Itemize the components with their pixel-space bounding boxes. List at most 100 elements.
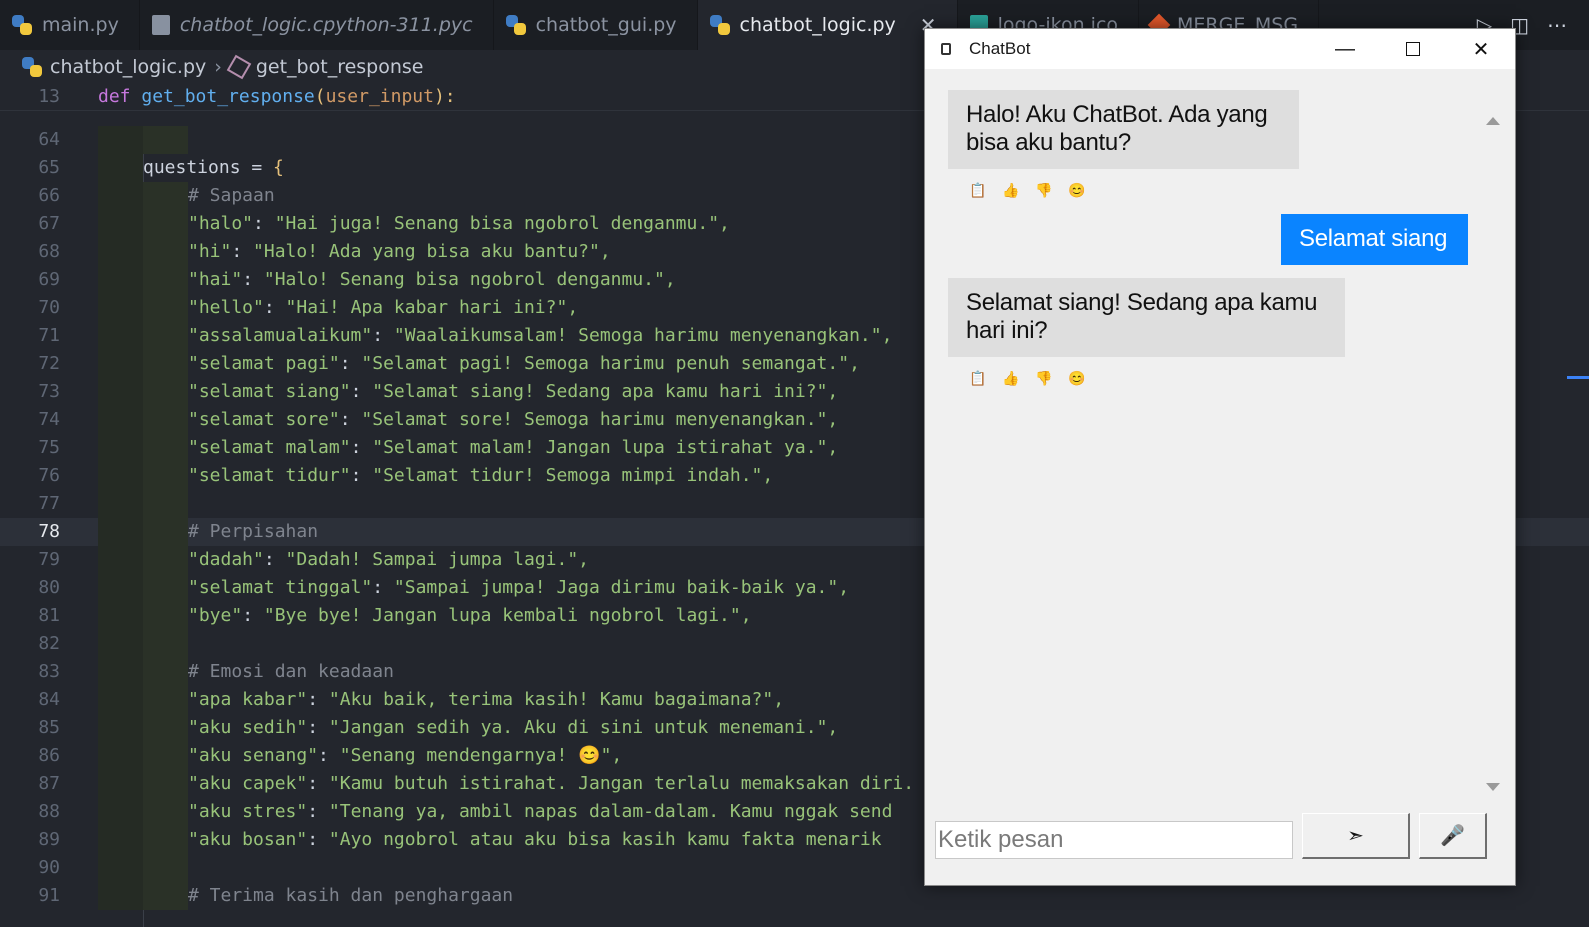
line-number: 81 (38, 605, 60, 626)
indent-highlight (98, 350, 143, 378)
chat-history[interactable]: Halo! Aku ChatBot. Ada yang bisa aku ban… (925, 69, 1515, 825)
indent-highlight (98, 854, 143, 882)
line-number: 13 (38, 86, 60, 107)
window-titlebar[interactable]: ChatBot — ✕ (925, 29, 1515, 69)
tab-label: chatbot_logic.py (739, 14, 896, 36)
line-number: 70 (38, 297, 60, 318)
code-text: "bye": "Bye bye! Jangan lupa kembali ngo… (188, 605, 752, 626)
code-line[interactable]: 91 # Terima kasih dan penghargaan (0, 882, 1589, 910)
close-window-button[interactable]: ✕ (1447, 29, 1515, 69)
indent-highlight (98, 322, 143, 350)
line-number: 86 (38, 745, 60, 766)
indent-highlight (98, 574, 143, 602)
indent-highlight (98, 826, 143, 854)
indent-highlight (98, 630, 143, 658)
line-number: 87 (38, 773, 60, 794)
line-number: 78 (38, 521, 60, 542)
voice-button[interactable]: 🎤 (1419, 813, 1487, 859)
tab-chatbot-logic-py[interactable]: chatbot_logic.py ✕ (697, 0, 958, 50)
tab-chatbot-logic-pyc[interactable]: chatbot_logic.cpython-311.pyc (140, 0, 494, 50)
line-number: 64 (38, 129, 60, 150)
line-number: 66 (38, 185, 60, 206)
line-number: 84 (38, 689, 60, 710)
line-number: 79 (38, 549, 60, 570)
send-icon: ➣ (1347, 825, 1364, 847)
tab-chatbot-gui-py[interactable]: chatbot_gui.py (494, 0, 698, 50)
code-text: questions = { (143, 157, 284, 178)
bot-message: Halo! Aku ChatBot. Ada yang bisa aku ban… (948, 90, 1299, 169)
breadcrumb-symbol[interactable]: get_bot_response (256, 56, 424, 78)
indent-highlight (143, 350, 188, 378)
code-text: "aku bosan": "Ayo ngobrol atau aku bisa … (188, 829, 882, 850)
line-number: 75 (38, 437, 60, 458)
indent-highlight (143, 266, 188, 294)
indent-highlight (98, 882, 143, 910)
code-text: # Emosi dan keadaan (188, 661, 394, 682)
copy-icon[interactable]: 📋 (968, 180, 988, 200)
code-text: "assalamualaikum": "Waalaikumsalam! Semo… (188, 325, 893, 346)
method-symbol-icon (226, 54, 252, 80)
indent-highlight (98, 154, 143, 182)
tab-main-py[interactable]: main.py (0, 0, 140, 50)
code-text: # Sapaan (188, 185, 275, 206)
code-text: "dadah": "Dadah! Sampai jumpa lagi.", (188, 549, 589, 570)
sticky-tail: ): (433, 86, 456, 107)
indent-highlight (98, 406, 143, 434)
minimize-button[interactable]: — (1311, 29, 1379, 69)
tab-label: chatbot_logic.cpython-311.pyc (179, 14, 473, 36)
indent-highlight (98, 798, 143, 826)
code-text: # Perpisahan (188, 521, 319, 542)
line-number: 65 (38, 157, 60, 178)
python-file-icon (22, 57, 42, 77)
maximize-button[interactable] (1379, 29, 1447, 69)
message-input[interactable] (935, 821, 1293, 859)
scroll-up-icon[interactable] (1486, 117, 1500, 125)
indent-highlight (143, 602, 188, 630)
maximize-icon (1406, 42, 1420, 56)
code-text: # Terima kasih dan penghargaan (188, 885, 514, 906)
message-input-row: ➣ 🎤 (925, 813, 1515, 885)
code-text: "selamat pagi": "Selamat pagi! Semoga ha… (188, 353, 860, 374)
emoji-icon[interactable]: 😊 (1067, 180, 1087, 200)
breadcrumb-file[interactable]: chatbot_logic.py (50, 56, 206, 78)
function-name: get_bot_response (141, 86, 315, 107)
indent-highlight (143, 546, 188, 574)
indent-highlight (98, 462, 143, 490)
scroll-down-icon[interactable] (1486, 783, 1500, 791)
thumbs-down-icon[interactable]: 👎 (1034, 368, 1054, 388)
code-text: "aku senang": "Senang mendengarnya! 😊", (188, 745, 623, 766)
send-button[interactable]: ➣ (1302, 813, 1410, 859)
message-reactions: 📋 👍 👎 😊 (968, 180, 1087, 200)
indent-highlight (143, 518, 188, 546)
indent-highlight (143, 714, 188, 742)
pyc-file-icon (151, 15, 170, 35)
thumbs-down-icon[interactable]: 👎 (1034, 180, 1054, 200)
message-reactions: 📋 👍 👎 😊 (968, 368, 1087, 388)
thumbs-up-icon[interactable]: 👍 (1001, 180, 1021, 200)
indent-highlight (143, 742, 188, 770)
indent-highlight (143, 406, 188, 434)
line-number: 74 (38, 409, 60, 430)
indent-highlight (143, 658, 188, 686)
emoji-icon[interactable]: 😊 (1067, 368, 1087, 388)
line-number: 89 (38, 829, 60, 850)
message-text: Halo! Aku ChatBot. Ada yang bisa aku ban… (966, 101, 1268, 156)
line-number: 68 (38, 241, 60, 262)
indent-highlight (98, 714, 143, 742)
indent-highlight (98, 210, 143, 238)
bot-message: Selamat siang! Sedang apa kamu hari ini? (948, 278, 1345, 357)
code-text: "halo": "Hai juga! Senang bisa ngobrol d… (188, 213, 730, 234)
scrollbar-marker (1567, 376, 1589, 379)
indent-highlight (98, 238, 143, 266)
close-icon: ✕ (1472, 38, 1490, 61)
window-title: ChatBot (969, 39, 1031, 58)
python-file-icon (12, 15, 32, 35)
more-actions-icon[interactable]: ⋯ (1547, 13, 1567, 37)
thumbs-up-icon[interactable]: 👍 (1001, 368, 1021, 388)
line-number: 83 (38, 661, 60, 682)
tab-label: chatbot_gui.py (535, 14, 677, 36)
indent-highlight (143, 238, 188, 266)
chat-scrollbar[interactable] (1485, 89, 1501, 791)
window-controls: — ✕ (1311, 29, 1515, 69)
copy-icon[interactable]: 📋 (968, 368, 988, 388)
